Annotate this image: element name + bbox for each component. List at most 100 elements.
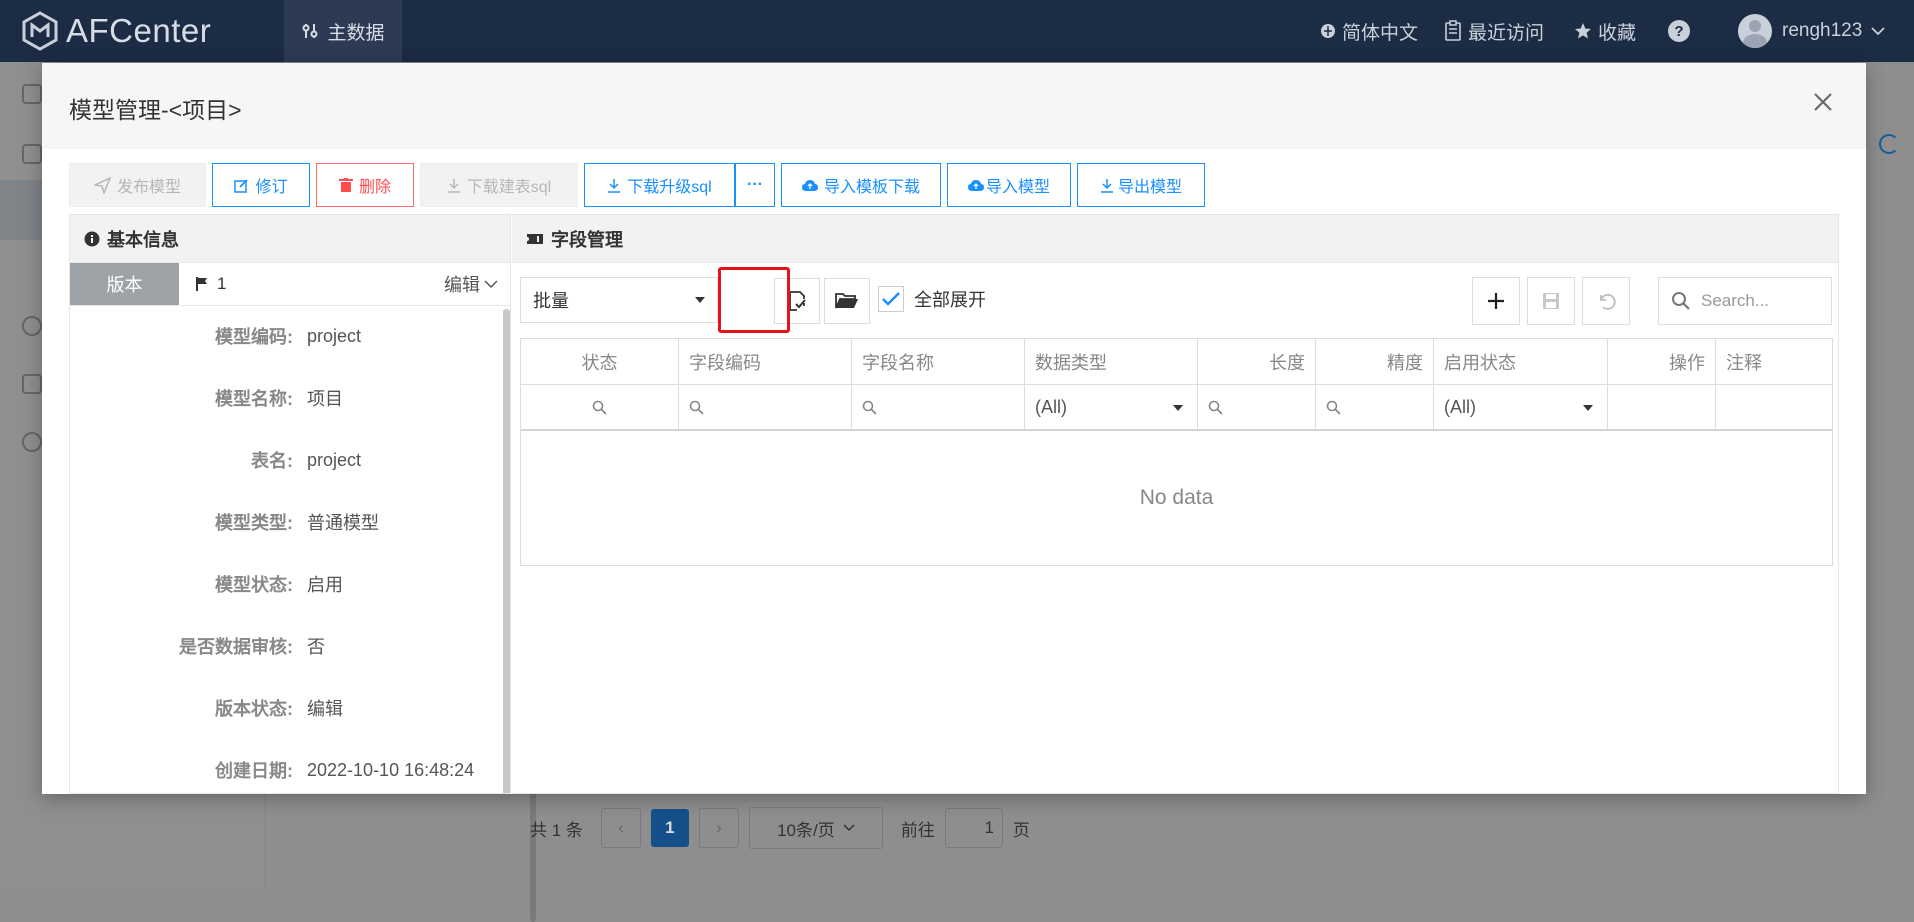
plus-icon — [1488, 293, 1504, 309]
undo-icon — [1600, 293, 1616, 310]
info-scrollbar[interactable] — [503, 309, 510, 793]
security-icon[interactable] — [22, 432, 42, 452]
avatar — [1738, 14, 1772, 48]
export-model-button[interactable]: 导出模型 — [1077, 163, 1205, 207]
more-options-label: ··· — [747, 176, 763, 193]
help-button[interactable]: ? — [1668, 0, 1690, 62]
save-button[interactable] — [1527, 277, 1575, 325]
filter-comment — [1716, 385, 1832, 429]
version-status-select[interactable]: 编辑 — [444, 271, 498, 297]
refresh-icon[interactable] — [1879, 134, 1899, 154]
caret-down-icon — [695, 297, 705, 303]
download-upgrade-sql-button[interactable]: 下载升级sql — [584, 163, 735, 207]
filter-status[interactable] — [521, 385, 679, 429]
chip-icon[interactable] — [22, 374, 42, 394]
shield-icon[interactable] — [22, 316, 42, 336]
app-logo[interactable]: AFCenter — [22, 10, 211, 52]
filter-length[interactable] — [1198, 385, 1316, 429]
page-unit-label: 页 — [1012, 820, 1030, 840]
top-app-bar: AFCenter 主数据 简体中文 最近访问 收藏 ? rengh123 — [0, 0, 1914, 62]
info-value: 项目 — [307, 389, 343, 409]
column-header-precision[interactable]: 精度 — [1316, 339, 1434, 384]
field-grid: 状态 字段编码 字段名称 数据类型 长度 精度 启用状态 操作 注释 (All)… — [520, 338, 1833, 566]
goto-page-input[interactable]: 1 — [944, 808, 1003, 848]
batch-select[interactable]: 批量 — [520, 277, 718, 323]
search-icon — [592, 400, 607, 415]
info-icon — [84, 231, 100, 246]
nav-tab-label: 主数据 — [327, 22, 385, 44]
search-icon — [1208, 400, 1223, 415]
field-management-title: 字段管理 — [551, 229, 623, 250]
prev-page-button[interactable]: ‹ — [600, 808, 641, 848]
info-label: 模型名称: — [215, 389, 293, 409]
undo-button[interactable] — [1582, 277, 1630, 325]
user-menu[interactable]: rengh123 — [1738, 0, 1892, 62]
favorites-label: 收藏 — [1598, 22, 1637, 44]
publish-model-button[interactable]: 发布模型 — [69, 163, 206, 207]
close-icon[interactable] — [1808, 87, 1838, 117]
download-create-sql-button[interactable]: 下载建表sql — [420, 163, 578, 207]
open-folder-button[interactable] — [824, 278, 870, 324]
filter-field-code[interactable] — [679, 385, 852, 429]
batch-select-label: 批量 — [533, 291, 569, 311]
sidebar-icon-1[interactable] — [22, 84, 42, 104]
filter-field-name[interactable] — [852, 385, 1025, 429]
dialog-header: 模型管理-<项目> — [42, 63, 1866, 149]
version-number: 1 — [217, 274, 227, 293]
caret-down-icon — [1583, 405, 1593, 411]
clipboard-icon — [1445, 20, 1461, 41]
grid-header-row: 状态 字段编码 字段名称 数据类型 长度 精度 启用状态 操作 注释 — [521, 339, 1832, 385]
info-value: 启用 — [307, 575, 343, 595]
grid-filter-row: (All) (All) — [521, 385, 1832, 431]
download-icon — [1100, 178, 1113, 193]
delete-button[interactable]: 删除 — [316, 163, 414, 207]
next-page-button[interactable]: › — [698, 808, 739, 848]
filter-data-type-select[interactable]: (All) — [1025, 385, 1198, 429]
column-header-status[interactable]: 状态 — [521, 339, 679, 384]
filter-enabled-status-select[interactable]: (All) — [1434, 385, 1608, 429]
help-label: ? — [1674, 22, 1684, 40]
column-header-operation[interactable]: 操作 — [1608, 339, 1716, 384]
save-icon — [1543, 293, 1559, 309]
expand-all-checkbox[interactable]: 全部展开 — [878, 286, 986, 312]
info-value: 2022-10-10 16:48:24 — [307, 759, 475, 780]
more-options-button[interactable]: ··· — [735, 163, 775, 207]
page-size-select[interactable]: 10条/页 — [748, 807, 883, 849]
column-header-data-type[interactable]: 数据类型 — [1025, 339, 1198, 384]
chevron-down-icon — [843, 824, 855, 832]
filter-operation — [1608, 385, 1716, 429]
filter-enabled-status-value: (All) — [1444, 396, 1476, 417]
revise-button[interactable]: 修订 — [212, 163, 310, 207]
info-row: 版本状态: 编辑 — [70, 677, 500, 739]
filter-precision[interactable] — [1316, 385, 1434, 429]
sidebar-icon-2[interactable] — [22, 144, 42, 164]
recent-visits-button[interactable]: 最近访问 — [1444, 0, 1544, 62]
download-upgrade-sql-label: 下载升级sql — [627, 179, 712, 196]
info-label: 是否数据审核: — [179, 637, 293, 657]
column-header-field-code[interactable]: 字段编码 — [679, 339, 852, 384]
info-label: 模型状态: — [215, 575, 293, 595]
recent-visits-label: 最近访问 — [1468, 22, 1545, 44]
chevron-down-icon — [484, 280, 498, 289]
search-placeholder: Search... — [1701, 291, 1770, 310]
import-template-download-button[interactable]: 导入模板下载 — [781, 163, 941, 207]
field-management-panel: 字段管理 批量 全部展开 Search... 状态 字段编码 字段名称 数据类型… — [512, 214, 1839, 794]
nav-tab-master-data[interactable]: 主数据 — [284, 0, 402, 62]
column-header-length[interactable]: 长度 — [1198, 339, 1316, 384]
version-row: 版本 1 编辑 — [70, 263, 510, 306]
version-value: 1 — [195, 274, 226, 294]
dialog-toolbar: 发布模型 修订 删除 下载建表sql 下载升级sql ··· 导入模板下载 导入… — [69, 163, 1211, 207]
sliders-icon — [302, 24, 318, 38]
delete-label: 删除 — [358, 179, 391, 196]
column-header-enabled-status[interactable]: 启用状态 — [1434, 339, 1608, 384]
ticket-icon — [526, 233, 543, 244]
version-tab[interactable]: 版本 — [70, 263, 179, 305]
language-switch[interactable]: 简体中文 — [1320, 0, 1418, 62]
favorites-button[interactable]: 收藏 — [1574, 0, 1636, 62]
add-field-button[interactable] — [1472, 277, 1520, 325]
column-header-comment[interactable]: 注释 — [1716, 339, 1832, 384]
column-header-field-name[interactable]: 字段名称 — [852, 339, 1025, 384]
page-number-1[interactable]: 1 — [650, 809, 689, 847]
import-model-button[interactable]: 导入模型 — [947, 163, 1071, 207]
search-input[interactable]: Search... — [1658, 277, 1832, 325]
